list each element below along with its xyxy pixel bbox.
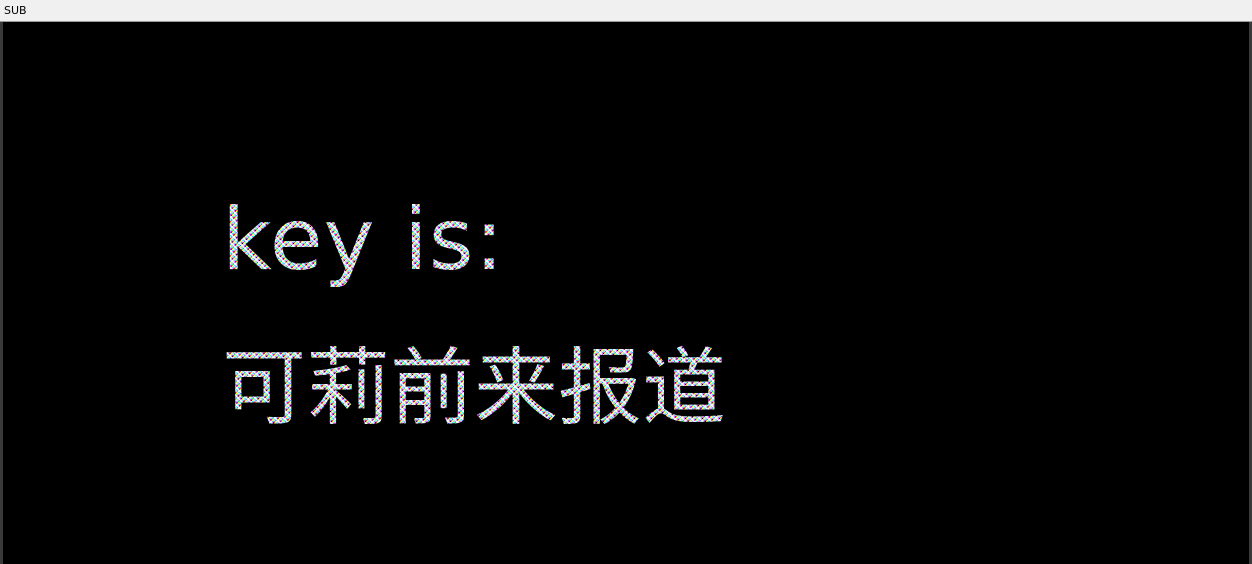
key-value-text: 可莉前来报道	[222, 338, 727, 438]
window-title: SUB	[4, 4, 27, 17]
display-canvas	[3, 23, 1249, 564]
title-bar[interactable]: SUB	[0, 0, 1252, 22]
app-window: SUB key is: 可莉前来报道	[0, 0, 1252, 564]
key-label-text: key is:	[222, 190, 505, 290]
